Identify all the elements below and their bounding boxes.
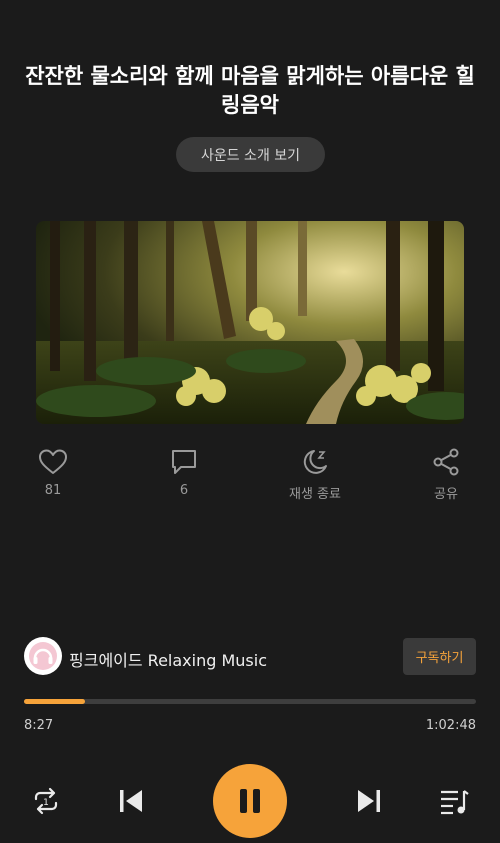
comment-icon: [172, 450, 196, 474]
like-count: 81: [44, 483, 62, 498]
playback-controls: 1: [0, 762, 500, 840]
svg-text:1: 1: [43, 798, 49, 808]
track-title: 잔잔한 물소리와 함께 마음을 맑게하는 아름다운 힐링음악: [25, 64, 475, 117]
sleep-timer-button[interactable]: 재생 종료: [265, 448, 365, 502]
pause-button[interactable]: [213, 764, 287, 838]
total-duration: 1:02:48: [425, 718, 476, 733]
subscribe-button[interactable]: 구독하기: [403, 638, 476, 675]
next-button[interactable]: [355, 788, 383, 818]
next-icon: [358, 790, 380, 812]
like-button[interactable]: 81: [3, 448, 103, 498]
comment-count: 6: [179, 483, 189, 498]
playlist-button[interactable]: [439, 787, 469, 819]
sound-intro-button[interactable]: 사운드 소개 보기: [176, 137, 325, 172]
channel-row: 핑크에이드 Relaxing Music 구독하기: [24, 637, 476, 677]
channel-avatar[interactable]: [24, 637, 62, 675]
sleep-timer-label: 재생 종료: [289, 487, 341, 502]
previous-icon: [120, 790, 142, 812]
previous-button[interactable]: [117, 788, 145, 818]
share-label: 공유: [434, 487, 458, 502]
share-icon: [433, 448, 459, 476]
progress-fill: [24, 699, 86, 704]
comment-button[interactable]: 6: [134, 448, 234, 498]
headphones-logo-icon: [29, 642, 57, 670]
progress-bar[interactable]: [24, 699, 476, 704]
sleep-timer-icon: [303, 450, 327, 474]
repeat-button[interactable]: 1: [31, 787, 61, 819]
share-button[interactable]: 공유: [396, 448, 496, 502]
heart-icon: [39, 449, 67, 474]
elapsed-time: 8:27: [24, 718, 54, 733]
pause-icon: [240, 789, 260, 813]
channel-name[interactable]: 핑크에이드 Relaxing Music: [69, 647, 267, 671]
playlist-icon: [441, 790, 469, 815]
repeat-icon: 1: [34, 787, 58, 815]
track-artwork: [36, 221, 464, 424]
action-bar: 81 6 재생 종료 공유: [0, 448, 500, 508]
